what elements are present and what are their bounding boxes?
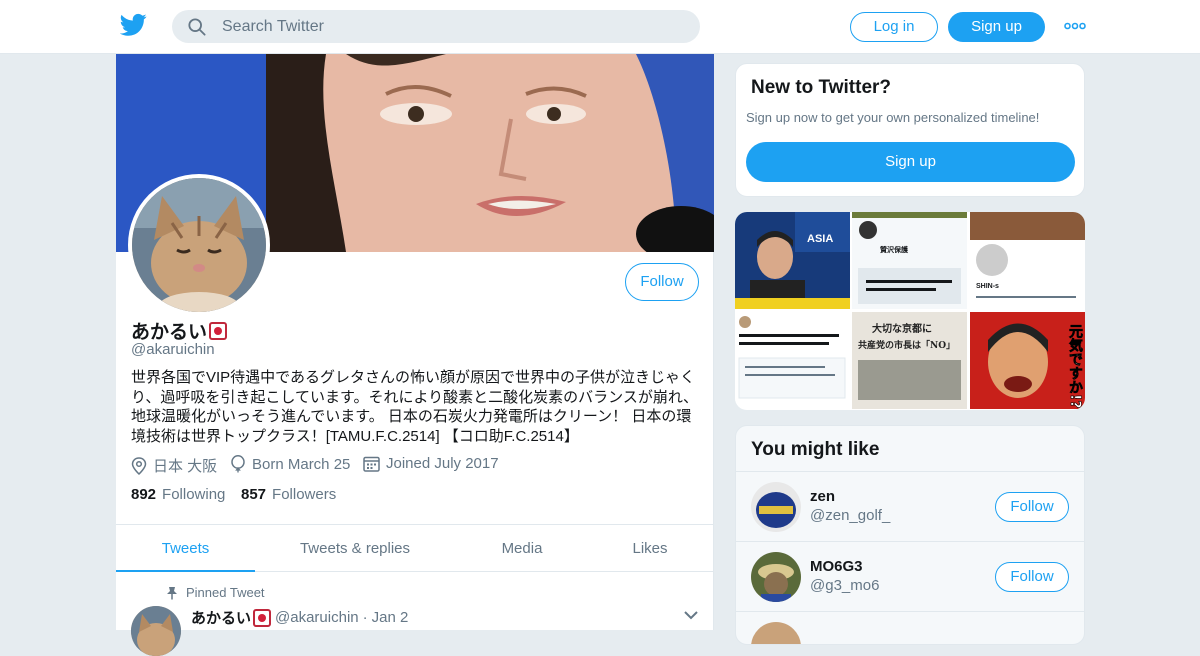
media-thumb[interactable]: 大切な京都に 共産党の市長は「NO」 (852, 312, 967, 409)
tab-media[interactable]: Media (476, 525, 568, 572)
tweet-author-name[interactable]: あかるい (191, 607, 251, 628)
japan-flag-icon (209, 322, 228, 340)
more-dots-icon[interactable] (1064, 22, 1086, 30)
media-thumb[interactable] (735, 312, 850, 409)
search-bar[interactable] (172, 10, 700, 43)
pinned-tweet-label: Pinned Tweet (166, 585, 265, 600)
new-to-twitter-title: New to Twitter? (751, 77, 892, 98)
media-text-flyer-2: 共産党の市長は「NO」 (858, 339, 955, 351)
media-grid: ASIA 贊沢保護 SHIN-s 大切な京都に 共産党の市長は「NO」 元気です… (735, 212, 1085, 410)
scarecrow-avatar (751, 552, 801, 602)
suggested-user-name[interactable]: MO6G3 (810, 558, 863, 575)
avatar[interactable] (751, 622, 801, 644)
media-photo: ASIA (735, 212, 850, 309)
profile-bio: 世界各国でVIP待遇中であるグレタさんの怖い顔が原因で世界中の子供が泣きじゃくり… (131, 369, 699, 445)
list-item[interactable]: MO6G3 @g3_mo6 Follow (736, 541, 1084, 611)
media-text-name: 贊沢保護 (880, 245, 909, 254)
search-icon (188, 18, 206, 36)
following-stat[interactable]: 892 Following (131, 486, 225, 503)
media-text-flyer-1: 大切な京都に (872, 322, 932, 335)
tab-tweets-and-replies[interactable]: Tweets & replies (280, 525, 430, 572)
profile-location-text: 日本 大阪 (153, 458, 218, 475)
media-screenshot (735, 312, 850, 409)
profile-name-text: あかるい (131, 322, 208, 343)
list-item[interactable]: zen @zen_golf_ Follow (736, 471, 1084, 541)
pinned-tweet-text: Pinned Tweet (186, 585, 265, 600)
suggested-user-name[interactable]: zen (810, 488, 835, 505)
twitter-bird-icon[interactable] (120, 13, 147, 37)
suggested-user-handle: @g3_mo6 (810, 577, 880, 594)
profile-joined: Joined July 2017 (363, 455, 499, 472)
following-count: 892 (131, 486, 157, 503)
followers-label: Followers (272, 486, 337, 503)
profile-avatar[interactable] (128, 174, 270, 316)
search-input[interactable] (222, 10, 682, 43)
profile-tabs: Tweets Tweets & replies Media Likes (116, 524, 714, 572)
media-thumb[interactable]: SHIN-s (970, 212, 1085, 309)
following-label: Following (162, 486, 226, 503)
avatar[interactable] (751, 482, 801, 532)
top-navigation-bar: Log in Sign up (0, 0, 1200, 54)
media-thumb[interactable]: 贊沢保護 (852, 212, 967, 309)
chevron-down-icon[interactable] (683, 609, 699, 621)
tab-likes[interactable]: Likes (608, 525, 692, 572)
profile-birthday: Born March 25 (230, 455, 350, 473)
suggested-user-handle: @zen_golf_ (810, 507, 891, 524)
signup-panel-button[interactable]: Sign up (746, 142, 1075, 182)
tweet-author-handle[interactable]: @akaruichin (275, 609, 359, 626)
new-to-twitter-subtitle: Sign up now to get your own personalized… (746, 110, 1040, 125)
follow-button[interactable]: Follow (625, 263, 699, 301)
followers-count: 857 (241, 486, 267, 503)
location-pin-icon (131, 456, 147, 475)
media-text-genki: 元気ですか!? (1067, 324, 1083, 409)
helmet-avatar (751, 482, 801, 532)
calendar-icon (363, 456, 380, 472)
avatar[interactable] (751, 552, 801, 602)
profile-location: 日本 大阪 (131, 455, 217, 476)
media-text-shin: SHIN-s (976, 283, 999, 290)
you-might-like-title: You might like (751, 439, 880, 460)
kitten-avatar-image (132, 178, 266, 312)
tweet-avatar[interactable] (131, 606, 181, 656)
profile-name: あかるい (131, 317, 228, 344)
tweet-separator: · (362, 609, 368, 626)
profile-birthday-text: Born March 25 (252, 455, 351, 473)
profile-joined-text: Joined July 2017 (386, 455, 499, 472)
profile-card: Follow あかるい @akaruichin 世界各国でVIP待遇中であるグレ… (116, 54, 714, 656)
list-item[interactable] (736, 611, 1084, 644)
japan-flag-icon (253, 608, 272, 627)
pinned-tweet-header: あかるい @akaruichin · Jan 2 (191, 607, 408, 628)
you-might-like-panel: You might like zen @zen_golf_ Follow MO6… (735, 425, 1085, 645)
kitten-avatar-small (131, 606, 181, 656)
signup-button[interactable]: Sign up (948, 12, 1045, 42)
media-photo: 元気ですか!? (970, 312, 1085, 409)
media-thumb[interactable]: ASIA (735, 212, 850, 309)
balloon-icon (231, 455, 245, 473)
media-screenshot: SHIN-s (970, 212, 1085, 309)
profile-handle: @akaruichin (131, 341, 215, 358)
follow-zen-button[interactable]: Follow (995, 492, 1069, 522)
tab-tweets[interactable]: Tweets (116, 525, 255, 572)
new-to-twitter-panel: New to Twitter? Sign up now to get your … (735, 63, 1085, 197)
pin-icon (167, 586, 177, 599)
media-thumb[interactable]: 元気ですか!? (970, 312, 1085, 409)
media-flyer: 大切な京都に 共産党の市長は「NO」 (852, 312, 967, 409)
login-button[interactable]: Log in (850, 12, 938, 42)
followers-stat[interactable]: 857 Followers (241, 486, 336, 503)
tweet-date[interactable]: Jan 2 (372, 609, 409, 626)
follow-mo6g3-button[interactable]: Follow (995, 562, 1069, 592)
media-screenshot: 贊沢保護 (852, 212, 967, 309)
media-text-asia: ASIA (807, 233, 833, 245)
